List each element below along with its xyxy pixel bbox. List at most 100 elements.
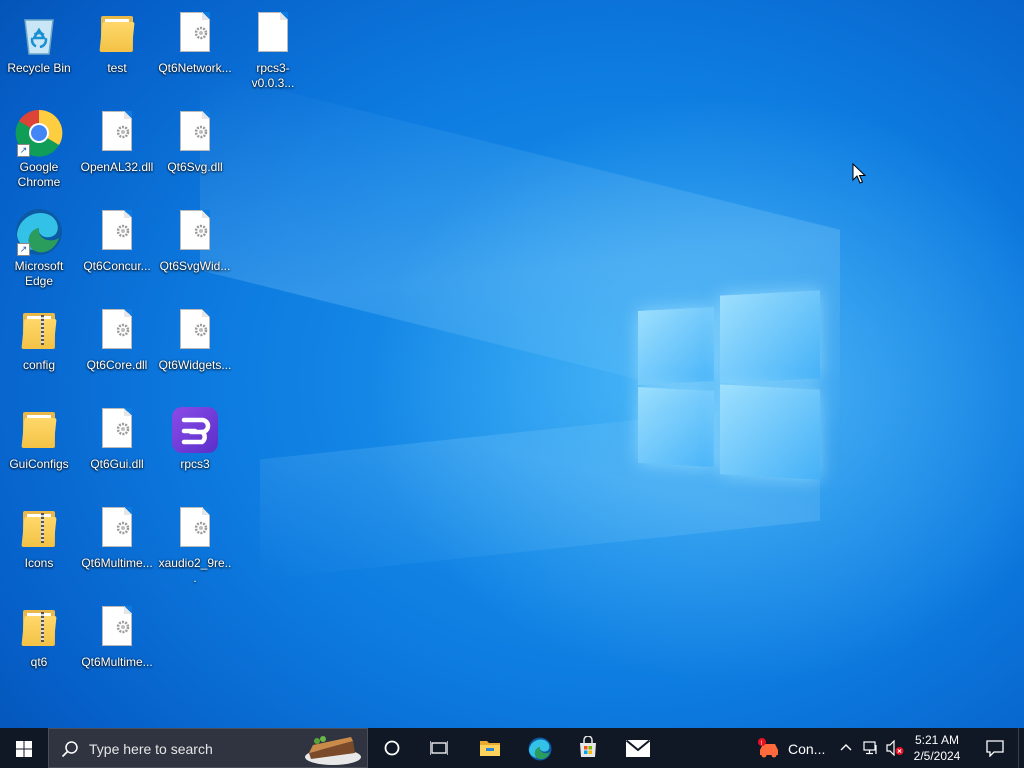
desktop-icon-recycle-bin[interactable]: Recycle Bin xyxy=(1,6,77,96)
taskbar: Type here to search ! Con... 5:21 AM 2/5… xyxy=(0,728,1024,768)
zipped-folder-icon xyxy=(15,505,63,553)
desktop-icon-icons[interactable]: Icons xyxy=(1,501,77,591)
icon-label: Qt6Svg.dll xyxy=(167,160,223,174)
desktop-icon-qt6[interactable]: qt6 xyxy=(1,600,77,690)
desktop-icon-qt6concurrent[interactable]: Qt6Concur... xyxy=(79,204,155,294)
tray-app-button[interactable]: ! Con... xyxy=(752,728,832,768)
icon-label: rpcs3 xyxy=(180,457,210,471)
icon-label: Microsoft Edge xyxy=(14,259,64,288)
edge-taskbar-button[interactable] xyxy=(516,728,564,768)
desktop-icon-xaudio2[interactable]: xaudio2_9re... xyxy=(157,501,233,591)
start-button[interactable] xyxy=(0,728,48,768)
clock-time: 5:21 AM xyxy=(914,733,960,747)
blank-file-icon xyxy=(249,10,297,58)
icon-label: Google Chrome xyxy=(17,160,61,189)
icon-label: Qt6Network... xyxy=(158,61,232,75)
dll-file-icon xyxy=(93,307,141,355)
file-explorer-button[interactable] xyxy=(466,728,514,768)
dll-file-icon xyxy=(171,109,219,157)
zipped-folder-icon xyxy=(15,307,63,355)
icon-label: Qt6Gui.dll xyxy=(90,457,144,471)
desktop-icon-qt6multimedia-2[interactable]: Qt6Multime... xyxy=(79,600,155,690)
desktop-icon-test[interactable]: test xyxy=(79,6,155,96)
show-desktop-button[interactable] xyxy=(1018,728,1024,768)
icon-label: Icons xyxy=(24,556,54,570)
icon-label: Qt6Multime... xyxy=(81,655,153,669)
icon-label: OpenAL32.dll xyxy=(80,160,154,174)
task-view-button[interactable] xyxy=(417,728,461,768)
desktop-icon-qt6gui[interactable]: Qt6Gui.dll xyxy=(79,402,155,492)
desktop-icon-rpcs3-archive[interactable]: rpcs3-v0.0.3... xyxy=(235,6,311,96)
icon-label: rpcs3-v0.0.3... xyxy=(251,61,295,90)
desktop-icon-qt6widgets[interactable]: Qt6Widgets... xyxy=(157,303,233,393)
icon-label: xaudio2_9re... xyxy=(158,556,232,585)
network-button[interactable] xyxy=(860,728,882,768)
cortana-icon xyxy=(384,740,400,756)
folder-icon xyxy=(93,10,141,58)
icon-label: config xyxy=(22,358,56,372)
icon-label: Qt6Widgets... xyxy=(158,358,232,372)
dll-file-icon xyxy=(171,505,219,553)
icon-label: test xyxy=(107,61,127,75)
rpcs3-app-icon xyxy=(171,406,219,454)
icon-label: Qt6Concur... xyxy=(83,259,151,273)
task-view-icon xyxy=(430,741,448,755)
dll-file-icon xyxy=(171,307,219,355)
microsoft-store-button[interactable] xyxy=(564,728,612,768)
chevron-up-icon xyxy=(840,744,852,751)
store-icon xyxy=(580,736,596,757)
desktop[interactable]: Recycle Bin ↗ Google Chrome ↗ Microsoft … xyxy=(0,0,1024,728)
desktop-icon-qt6core[interactable]: Qt6Core.dll xyxy=(79,303,155,393)
mouse-cursor-icon xyxy=(852,163,866,184)
dll-file-icon xyxy=(93,109,141,157)
dll-file-icon xyxy=(93,406,141,454)
icon-label: qt6 xyxy=(30,655,48,669)
desktop-icon-microsoft-edge[interactable]: ↗ Microsoft Edge xyxy=(1,204,77,294)
tray-app-label: Con... xyxy=(788,741,826,757)
folder-icon xyxy=(15,406,63,454)
zipped-folder-icon xyxy=(15,604,63,652)
mail-icon xyxy=(626,740,650,757)
desktop-icon-qt6multimedia[interactable]: Qt6Multime... xyxy=(79,501,155,591)
desktop-icon-qt6network[interactable]: Qt6Network... xyxy=(157,6,233,96)
action-center-button[interactable] xyxy=(978,728,1012,768)
desktop-icon-google-chrome[interactable]: ↗ Google Chrome xyxy=(1,105,77,195)
network-icon xyxy=(863,741,877,755)
search-placeholder: Type here to search xyxy=(89,741,213,757)
icon-label: Qt6SvgWid... xyxy=(159,259,231,273)
notification-icon xyxy=(986,740,1004,757)
icon-label: GuiConfigs xyxy=(9,457,69,471)
car-status-icon: ! xyxy=(758,738,778,758)
dll-file-icon xyxy=(93,505,141,553)
desktop-icon-rpcs3[interactable]: rpcs3 xyxy=(157,402,233,492)
icon-label: Qt6Core.dll xyxy=(86,358,148,372)
desktop-icon-config[interactable]: config xyxy=(1,303,77,393)
search-icon xyxy=(61,741,78,758)
desktop-icon-qt6svgwidgets[interactable]: Qt6SvgWid... xyxy=(157,204,233,294)
clock[interactable]: 5:21 AM 2/5/2024 xyxy=(902,732,972,764)
dll-file-icon xyxy=(171,208,219,256)
icon-label: Recycle Bin xyxy=(7,61,71,75)
shortcut-arrow-icon: ↗ xyxy=(17,243,30,256)
edge-icon: ↗ xyxy=(15,208,63,256)
taskbar-search-box[interactable]: Type here to search xyxy=(48,728,368,768)
windows-start-icon xyxy=(16,741,32,757)
desktop-icon-guiconfigs[interactable]: GuiConfigs xyxy=(1,402,77,492)
mail-button[interactable] xyxy=(614,728,662,768)
file-explorer-icon xyxy=(480,741,500,756)
edge-icon xyxy=(528,737,552,761)
desktop-icon-qt6svg[interactable]: Qt6Svg.dll xyxy=(157,105,233,195)
dll-file-icon xyxy=(171,10,219,58)
windows-logo-wallpaper xyxy=(630,285,830,485)
icon-label: Qt6Multime... xyxy=(81,556,153,570)
dll-file-icon xyxy=(93,604,141,652)
chrome-icon: ↗ xyxy=(15,109,63,157)
show-hidden-icons-button[interactable] xyxy=(836,728,856,768)
clock-date: 2/5/2024 xyxy=(913,749,961,763)
recycle-bin-icon xyxy=(15,10,63,58)
cortana-button[interactable] xyxy=(370,728,414,768)
shortcut-arrow-icon: ↗ xyxy=(17,144,30,157)
search-highlight-pie-icon xyxy=(305,736,361,765)
desktop-icon-openal32[interactable]: OpenAL32.dll xyxy=(79,105,155,195)
dll-file-icon xyxy=(93,208,141,256)
